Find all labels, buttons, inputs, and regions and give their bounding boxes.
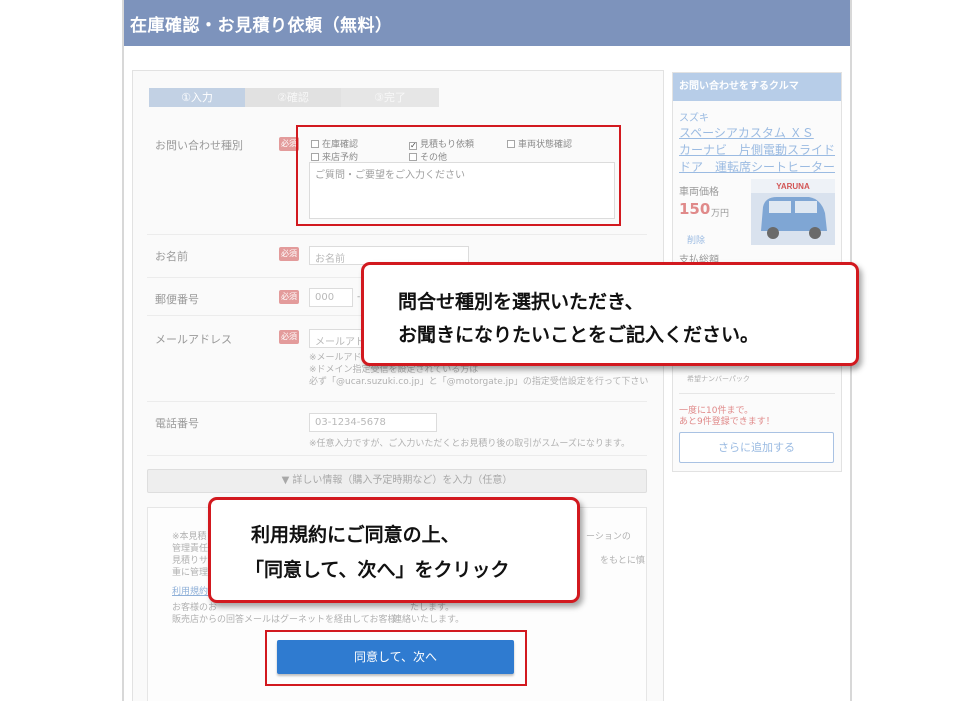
callout-text: 「同意して、次へ」をクリック	[245, 559, 510, 581]
screenshot-stage: 在庫確認・お見積り依頼（無料） ①入力 ②確認 ③完了 お問い合わせ種別 必須 …	[0, 0, 979, 701]
callout-text: 問合せ種別を選択いただき、	[398, 291, 644, 313]
phone-label: 電話番号	[155, 417, 199, 430]
plate-pack-label: 希望ナンバーパック	[687, 375, 750, 383]
step-confirm: ②確認	[245, 88, 341, 107]
terms-text: 販売店からの回答メールはグーネットを経由してお客様	[172, 615, 397, 625]
phone-note: ※任意入力ですが、ご入力いただくとお見積り後の取引がスムーズになります。	[309, 439, 631, 449]
limit-note: あと9件登録できます！	[679, 417, 775, 427]
divider	[679, 393, 835, 394]
terms-text: ーションの	[586, 532, 631, 542]
step-complete: ③完了	[341, 88, 439, 107]
terms-link[interactable]: 利用規約	[172, 584, 208, 597]
postal-code-input[interactable]: 000	[309, 288, 353, 307]
name-label: お名前	[155, 250, 188, 263]
page-title: 在庫確認・お見積り依頼（無料）	[130, 16, 393, 36]
car-title-link[interactable]: ドア 運転席シートヒーター	[679, 158, 835, 175]
inquiry-type-label: お問い合わせ種別	[155, 139, 243, 152]
step-input: ①入力	[149, 88, 245, 107]
add-more-button[interactable]: さらに追加する	[679, 432, 834, 463]
step-indicator: ①入力 ②確認 ③完了	[149, 88, 439, 107]
remove-car-link[interactable]: 削除	[687, 233, 705, 246]
terms-text: 連絡いたします。	[393, 615, 465, 625]
phone-input[interactable]: 03-1234-5678	[309, 413, 437, 432]
postal-separator: -	[357, 292, 361, 302]
postal-label: 郵便番号	[155, 293, 199, 306]
car-maker: スズキ	[679, 113, 709, 124]
callout-submit-instructions: 利用規約にご同意の上、 「同意して、次へ」をクリック	[208, 497, 580, 603]
form-row-phone: 電話番号 03-1234-5678 ※任意入力ですが、ご入力いただくとお見積り後…	[147, 402, 647, 456]
required-badge: 必須	[279, 330, 299, 344]
required-badge: 必須	[279, 290, 299, 304]
terms-text: をもとに慎	[600, 556, 645, 566]
price-value: 150	[679, 200, 711, 218]
required-badge: 必須	[279, 247, 299, 261]
callout-text: お聞きになりたいことをご記入ください。	[398, 324, 760, 346]
svg-text:YARUNA: YARUNA	[776, 182, 810, 191]
price-label: 車両価格	[679, 187, 719, 198]
email-label: メールアドレス	[155, 333, 232, 346]
page-header: 在庫確認・お見積り依頼（無料）	[124, 0, 850, 46]
agree-next-button[interactable]: 同意して、次へ	[277, 640, 514, 674]
email-note-3: 必ず「@ucar.suzuki.co.jp」と「@motorgate.jp」の指…	[309, 377, 649, 387]
car-title-link[interactable]: カーナビ 片側電動スライド	[679, 141, 835, 158]
more-info-toggle[interactable]: ▼ 詳しい情報（購入予定時期など）を入力（任意）	[147, 469, 647, 493]
callout-inquiry-instructions: 問合せ種別を選択いただき、 お聞きになりたいことをご記入ください。	[361, 262, 859, 366]
car-title-link[interactable]: スペーシアカスタム ＸＳ	[679, 124, 814, 141]
callout-text: 利用規約にご同意の上、	[251, 524, 460, 546]
highlight-inquiry-type	[296, 125, 621, 226]
sidebar-header: お問い合わせをするクルマ	[673, 73, 841, 101]
price-unit: 万円	[711, 209, 730, 219]
car-thumbnail-image[interactable]: YARUNA	[751, 179, 835, 245]
